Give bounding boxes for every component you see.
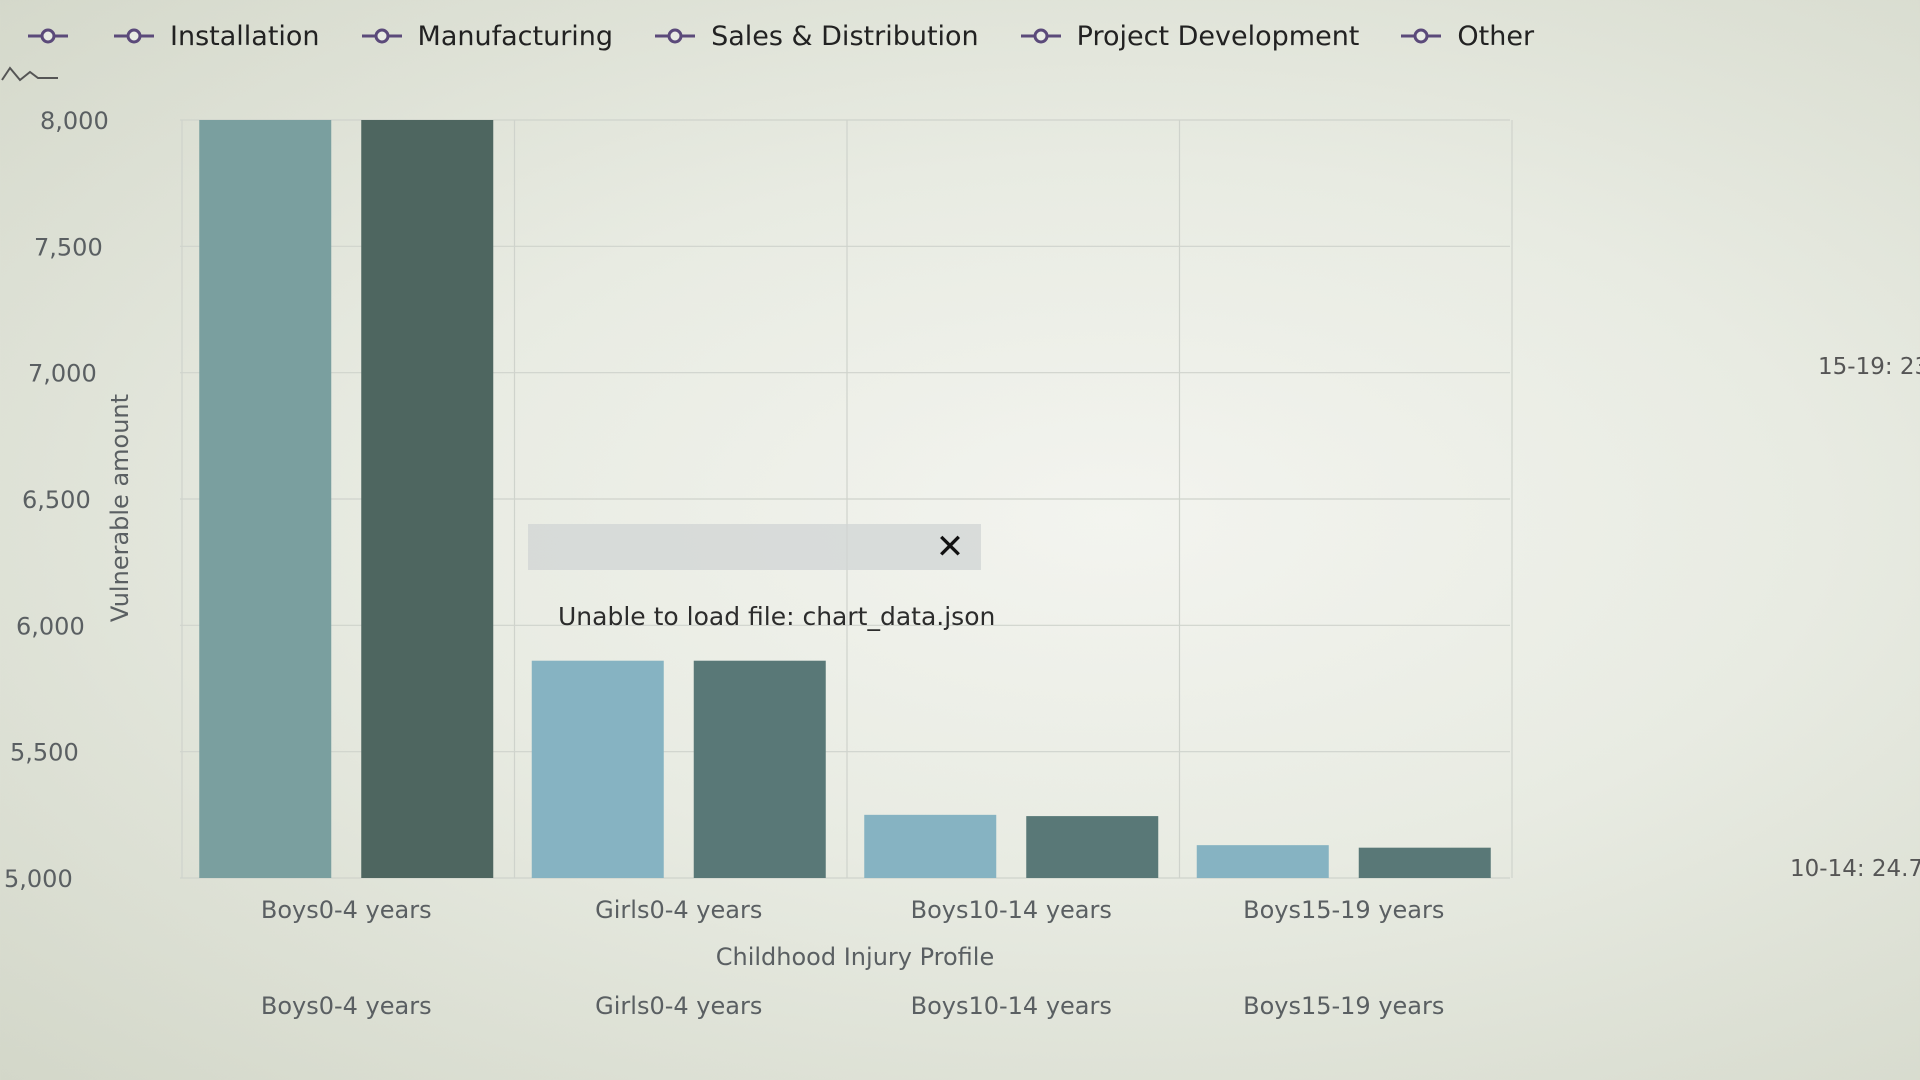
bar-boys15-19-years-s2 bbox=[1358, 847, 1491, 878]
bar-boys0-4-years-s2 bbox=[361, 120, 494, 878]
error-dialog: ✕ Unable to load file: chart_data.json bbox=[528, 524, 995, 674]
bar-boys15-19-years-s1 bbox=[1196, 845, 1329, 878]
x-category-label-repeat: Boys0-4 years bbox=[261, 992, 432, 1020]
bar-boys0-4-years-s1 bbox=[199, 120, 332, 878]
bar-girls0-4-years-s1 bbox=[531, 660, 664, 878]
y-axis-title: Vulnerable amount bbox=[106, 394, 134, 622]
x-category-label: Boys0-4 years bbox=[261, 896, 432, 924]
side-annotation-upper: 15-19: 23 bbox=[1818, 354, 1920, 380]
y-tick-label: 7,500 bbox=[34, 233, 103, 261]
x-category-label: Girls0-4 years bbox=[595, 896, 762, 924]
bar-girls0-4-years-s2 bbox=[693, 660, 826, 878]
close-icon[interactable]: ✕ bbox=[931, 528, 969, 566]
bar-boys10-14-years-s2 bbox=[1026, 816, 1159, 878]
bar-boys10-14-years-s1 bbox=[864, 814, 997, 878]
x-category-label-repeat: Boys15-19 years bbox=[1243, 992, 1444, 1020]
y-tick-label: 8,000 bbox=[40, 107, 109, 135]
x-category-label: Boys10-14 years bbox=[911, 896, 1112, 924]
y-tick-label: 6,500 bbox=[22, 486, 91, 514]
error-message: Unable to load file: chart_data.json bbox=[558, 602, 996, 631]
x-category-label-repeat: Girls0-4 years bbox=[595, 992, 762, 1020]
y-tick-label: 5,000 bbox=[4, 865, 73, 893]
y-tick-label: 6,000 bbox=[16, 612, 85, 640]
side-annotation-lower: 10-14: 24.7 bbox=[1790, 856, 1920, 882]
y-tick-label: 7,000 bbox=[28, 360, 97, 388]
y-tick-label: 5,500 bbox=[10, 739, 79, 767]
x-category-label-repeat: Boys10-14 years bbox=[911, 992, 1112, 1020]
x-category-label: Boys15-19 years bbox=[1243, 896, 1444, 924]
x-axis-title: Childhood Injury Profile bbox=[716, 943, 994, 971]
dialog-title-bar: ✕ bbox=[528, 524, 981, 570]
